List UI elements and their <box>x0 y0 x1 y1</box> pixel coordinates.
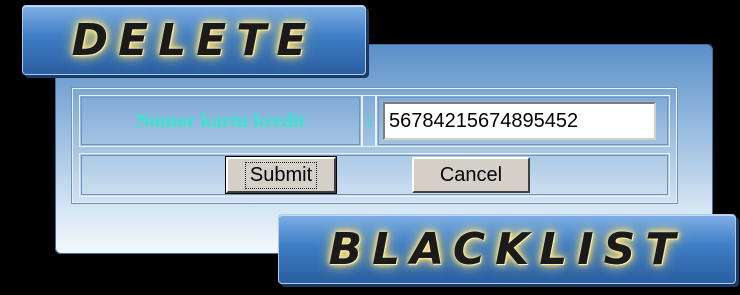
card-number-input-cell <box>376 95 670 147</box>
page-stage: DELETE Nomor kartu kredit : Submit Cance… <box>0 0 740 295</box>
submit-button-label: Submit <box>244 161 318 189</box>
card-number-label-cell: Nomor kartu kredit <box>79 95 362 147</box>
separator-cell: : <box>362 95 376 147</box>
delete-title: DELETE <box>71 14 317 66</box>
delete-title-plate: DELETE <box>22 5 366 75</box>
delete-blacklist-form: Nomor kartu kredit : Submit Cancel <box>71 87 678 204</box>
blacklist-title: BLACKLIST <box>328 223 686 275</box>
card-number-input[interactable] <box>383 102 656 140</box>
card-number-label: Nomor kartu kredit <box>135 109 306 132</box>
submit-button[interactable]: Submit <box>225 156 337 194</box>
card-number-row: Nomor kartu kredit : <box>79 95 670 147</box>
cancel-button[interactable]: Cancel <box>412 157 530 193</box>
button-row: Submit Cancel <box>79 153 670 197</box>
blacklist-title-plate: BLACKLIST <box>278 214 736 284</box>
label-separator: : <box>365 109 373 132</box>
